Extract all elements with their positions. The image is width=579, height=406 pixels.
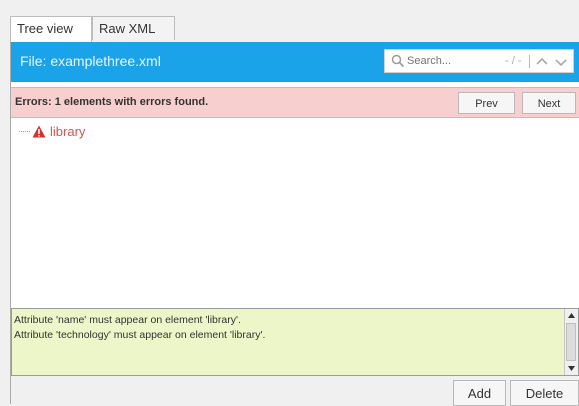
search-divider — [529, 55, 530, 68]
error-summary-bar: Errors: 1 elements with errors found. Pr… — [11, 87, 579, 118]
scroll-down-icon[interactable] — [567, 364, 576, 373]
tab-tree-view[interactable]: Tree view — [10, 16, 92, 42]
search-box: - / - — [384, 49, 574, 73]
error-message: Attribute 'technology' must appear on el… — [14, 329, 266, 341]
scroll-up-icon[interactable] — [567, 311, 576, 320]
warning-icon — [32, 125, 46, 137]
xml-editor-window: Tree view Raw XML File: examplethree.xml… — [0, 0, 579, 406]
tab-tree-view-label: Tree view — [17, 21, 73, 36]
error-messages-panel: Attribute 'name' must appear on element … — [11, 308, 579, 376]
chevron-down-icon[interactable] — [554, 55, 568, 69]
add-button[interactable]: Add — [453, 380, 506, 406]
tree-view: library — [11, 118, 579, 306]
search-icon — [391, 54, 405, 68]
tab-strip: Tree view Raw XML — [10, 16, 570, 42]
prev-error-button[interactable]: Prev — [458, 92, 515, 114]
file-title: File: examplethree.xml — [20, 53, 161, 69]
tab-raw-xml[interactable]: Raw XML — [92, 16, 175, 40]
next-error-button[interactable]: Next — [522, 92, 576, 114]
error-message: Attribute 'name' must appear on element … — [14, 314, 241, 326]
scrollbar-thumb[interactable] — [566, 323, 576, 361]
error-summary-text: Errors: 1 elements with errors found. — [15, 96, 209, 108]
editor-panel: File: examplethree.xml - / - Errors: 1 e… — [10, 42, 579, 406]
messages-scrollbar[interactable] — [564, 309, 578, 375]
delete-button[interactable]: Delete — [510, 380, 579, 406]
chevron-up-icon[interactable] — [535, 55, 549, 69]
tree-node-library[interactable]: library — [19, 122, 85, 140]
tree-node-label: library — [50, 123, 86, 139]
tab-raw-xml-label: Raw XML — [99, 21, 156, 36]
tree-connector — [19, 130, 30, 132]
search-input[interactable] — [407, 53, 477, 69]
file-header: File: examplethree.xml - / - — [11, 42, 579, 82]
search-result-count: - / - — [505, 55, 522, 67]
action-bar: Add Delete — [11, 376, 579, 406]
